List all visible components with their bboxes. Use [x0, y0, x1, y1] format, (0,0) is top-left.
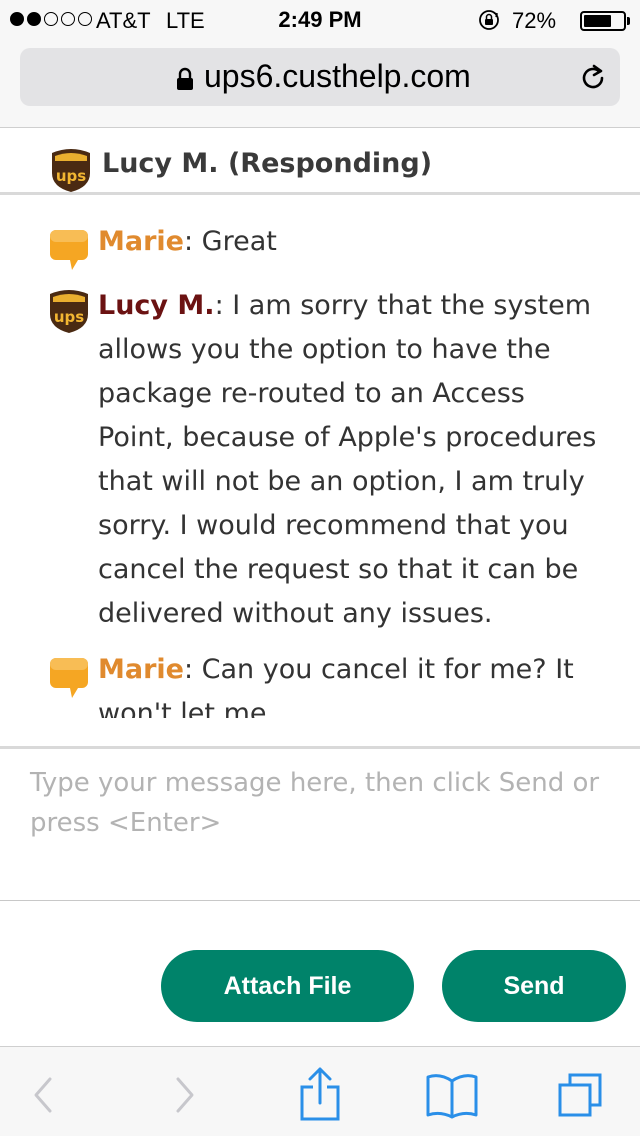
sender-name: Marie	[98, 226, 184, 257]
share-icon[interactable]	[296, 1065, 344, 1123]
attach-file-button[interactable]: Attach File	[161, 950, 414, 1022]
chat-transcript[interactable]: Marie: Great ups Lucy M.: I am sorry tha…	[0, 198, 640, 718]
browser-toolbar	[0, 1046, 640, 1136]
rotation-lock-icon	[479, 10, 499, 30]
message-text: : I am sorry that the system allows you …	[98, 290, 597, 629]
ups-logo-icon: ups	[50, 290, 88, 333]
chat-bubble-icon	[50, 658, 88, 698]
address-bar[interactable]: ups6.custhelp.com	[20, 48, 620, 106]
message-text: : Great	[183, 226, 277, 257]
svg-text:ups: ups	[56, 167, 86, 185]
agent-name: Lucy M. (Responding)	[102, 148, 433, 179]
ups-logo-icon: ups	[52, 149, 90, 192]
tabs-icon[interactable]	[556, 1071, 604, 1119]
svg-text:ups: ups	[54, 308, 84, 326]
forward-icon[interactable]	[160, 1071, 208, 1119]
browser-address-area: ups6.custhelp.com	[0, 40, 640, 128]
send-button[interactable]: Send	[442, 950, 626, 1022]
bookmarks-icon[interactable]	[424, 1071, 480, 1119]
status-bar: AT&T LTE 2:49 PM 72%	[0, 0, 640, 40]
reload-icon[interactable]	[578, 63, 608, 93]
message-input[interactable]	[28, 761, 618, 881]
chat-agent-header: ups Lucy M. (Responding)	[0, 129, 640, 195]
sender-name: Lucy M.	[98, 290, 215, 321]
battery-percent: 72%	[512, 8, 557, 33]
compose-area	[0, 749, 640, 901]
chat-bubble-icon	[50, 230, 88, 270]
back-icon[interactable]	[20, 1071, 68, 1119]
battery-icon	[580, 11, 626, 31]
lock-icon	[177, 67, 193, 90]
sender-name: Marie	[98, 654, 184, 685]
url-text: ups6.custhelp.com	[204, 58, 471, 94]
battery-tip	[627, 17, 630, 25]
